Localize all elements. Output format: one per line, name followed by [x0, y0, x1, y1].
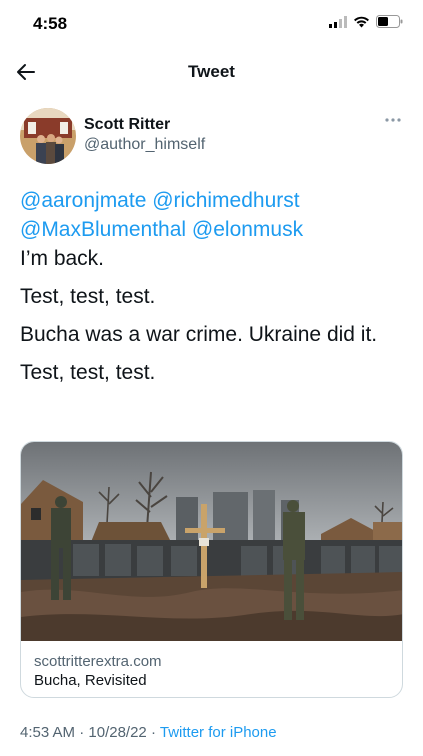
tweet-time: 4:53 AM	[20, 724, 76, 741]
nav-bar: Tweet	[0, 50, 423, 94]
card-photo	[21, 442, 402, 641]
page-title: Tweet	[188, 62, 235, 81]
meta-separator: ·	[79, 724, 85, 741]
author-row: Scott Ritter @author_himself	[20, 108, 403, 164]
status-icons	[329, 15, 403, 28]
status-bar: 4:58	[0, 0, 423, 44]
avatar-image	[20, 108, 76, 164]
tweet-paragraph: I’m back.	[20, 247, 105, 270]
mention-link[interactable]: @richimedhurst	[152, 189, 299, 212]
tweet-date: 10/28/22	[88, 724, 147, 741]
card-title: Bucha, Revisited	[34, 672, 147, 689]
tweet-paragraph: Bucha was a war crime. Ukraine did it.	[20, 323, 378, 346]
avatar[interactable]	[20, 108, 76, 164]
tweet-paragraph: Test, test, test.	[20, 285, 156, 308]
mentions-line-1: @aaronjmate @richimedhurst	[20, 186, 403, 215]
card-domain: scottritterextra.com	[34, 653, 162, 670]
author-handle[interactable]: @author_himself	[84, 136, 205, 154]
wifi-icon	[354, 16, 369, 27]
tweet-meta: 4:53 AM · 10/28/22 · Twitter for iPhone	[20, 724, 277, 741]
mention-link[interactable]: @aaronjmate	[20, 189, 146, 212]
cellular-signal-icon	[329, 15, 347, 28]
more-options-icon[interactable]	[383, 114, 403, 126]
status-time: 4:58	[33, 14, 68, 33]
mention-link[interactable]: @MaxBlumenthal	[20, 218, 186, 241]
battery-icon	[376, 15, 403, 28]
mentions-line-2: @MaxBlumenthal @elonmusk	[20, 215, 403, 244]
tweet-text: @aaronjmate @richimedhurst @MaxBlumentha…	[20, 186, 403, 387]
meta-separator: ·	[150, 724, 156, 741]
tweet-source-link[interactable]: Twitter for iPhone	[160, 724, 277, 741]
mention-link[interactable]: @elonmusk	[192, 218, 303, 241]
tweet-paragraph: Test, test, test.	[20, 361, 156, 384]
link-card[interactable]: scottritterextra.com Bucha, Revisited	[20, 441, 403, 698]
author-name[interactable]: Scott Ritter	[84, 116, 170, 134]
